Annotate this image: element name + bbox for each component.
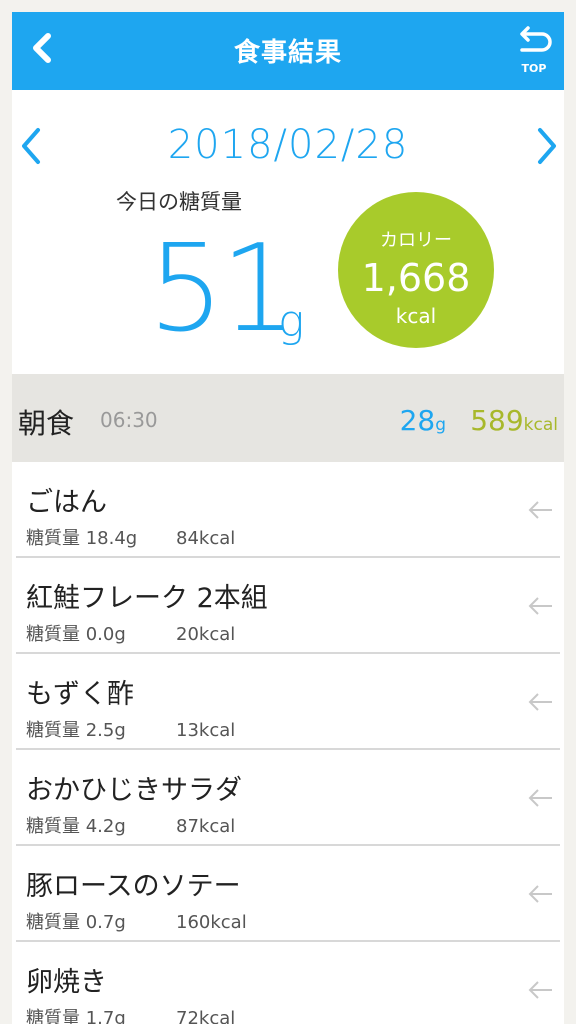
food-sugar: 糖質量 2.5g [26,720,126,741]
top-label: TOP [521,62,547,75]
date-display: 2018/02/28 [167,122,409,168]
return-top-icon [520,26,552,52]
list-item[interactable]: もずく酢 糖質量 2.5g 13kcal [16,654,560,750]
food-name: ごはん [26,487,107,518]
food-nutrition: 糖質量 0.0g 20kcal [26,620,235,646]
meal-name: 朝食 [18,407,75,440]
list-item[interactable]: 紅鮭フレーク 2本組 糖質量 0.0g 20kcal [16,558,560,654]
meal-time: 06:30 [100,408,158,432]
calorie-value: 1,668 [361,256,471,300]
food-nutrition: 糖質量 18.4g 84kcal [26,524,235,550]
food-sugar: 糖質量 4.2g [26,816,126,837]
arrow-left-icon [528,789,552,807]
food-nutrition: 糖質量 2.5g 13kcal [26,716,235,742]
food-calories: 20kcal [176,624,236,645]
meal-calorie-unit: kcal [523,415,558,435]
daily-sugar-unit: g [278,296,305,347]
arrow-left-icon [528,597,552,615]
calorie-unit: kcal [395,304,437,328]
meal-calories: 589kcal [470,404,558,437]
food-sugar: 糖質量 0.0g [26,624,126,645]
arrow-left-icon [528,981,552,999]
food-nutrition: 糖質量 4.2g 87kcal [26,812,235,838]
list-item[interactable]: ごはん 糖質量 18.4g 84kcal [16,462,560,558]
meal-sugar-value: 28 [399,404,436,437]
arrow-left-icon [528,693,552,711]
food-calories: 72kcal [176,1008,236,1024]
food-calories: 84kcal [176,528,236,549]
meal-sugar: 28g [400,404,446,437]
food-nutrition: 糖質量 0.7g 160kcal [26,908,247,934]
food-list: ごはん 糖質量 18.4g 84kcal 紅鮭フレーク 2本組 糖質量 0.0g 2… [12,462,564,1024]
food-sugar: 糖質量 0.7g [26,912,126,933]
food-name: おかひじきサラダ [26,775,242,806]
food-sugar: 糖質量 1.7g [26,1008,126,1024]
food-calories: 87kcal [176,816,236,837]
food-sugar: 糖質量 18.4g [26,528,138,549]
food-calories: 13kcal [176,720,236,741]
date-navigator: 2018/02/28 [12,110,564,180]
top-bar: 食事結果 TOP [12,12,564,90]
food-name: 紅鮭フレーク 2本組 [26,583,268,614]
list-item[interactable]: おかひじきサラダ 糖質量 4.2g 87kcal [16,750,560,846]
arrow-left-icon [528,885,552,903]
calorie-label: カロリー [380,230,452,251]
top-button[interactable]: TOP [514,26,554,82]
meal-sugar-unit: g [435,415,446,435]
next-date-button[interactable] [532,126,560,166]
meal-calorie-value: 589 [470,404,524,437]
daily-sugar-value: 51 [148,220,297,359]
app-frame: 食事結果 TOP 2018/02/28 今日の糖質量 51 g カロリー 1,6… [12,12,564,1024]
food-calories: 160kcal [176,912,247,933]
list-item[interactable]: 豚ロースのソテー 糖質量 0.7g 160kcal [16,846,560,942]
arrow-left-icon [528,501,552,519]
page-title: 食事結果 [233,38,342,68]
daily-sugar-label: 今日の糖質量 [116,190,242,214]
meal-header-breakfast[interactable]: 朝食 06:30 28g 589kcal [12,374,564,462]
chevron-right-icon [538,128,556,164]
food-name: 豚ロースのソテー [26,871,241,902]
food-name: もずく酢 [26,679,134,710]
list-item[interactable]: 卵焼き 糖質量 1.7g 72kcal [16,942,560,1024]
calorie-badge: カロリー 1,668 kcal [338,192,494,348]
food-name: 卵焼き [26,967,107,998]
food-nutrition: 糖質量 1.7g 72kcal [26,1004,235,1024]
